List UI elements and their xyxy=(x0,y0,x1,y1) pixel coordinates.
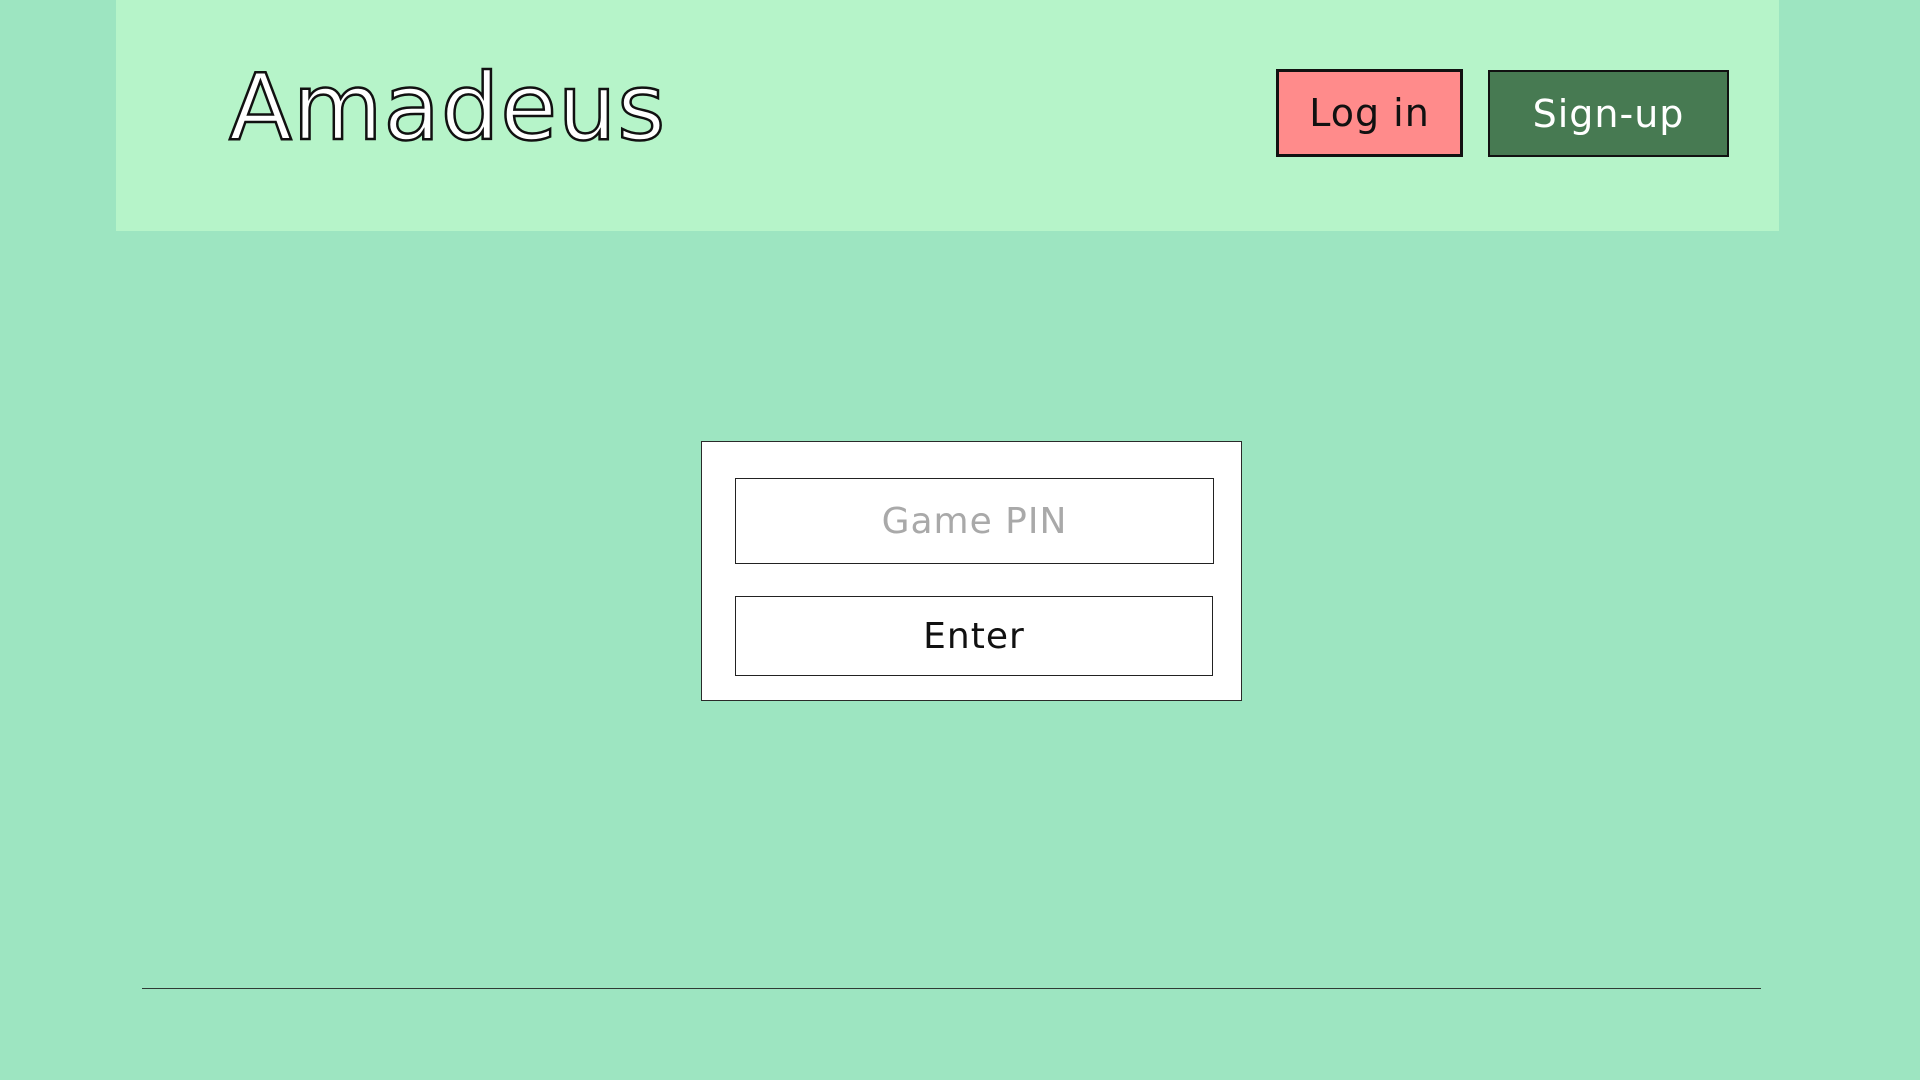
logo[interactable]: Amadeus xyxy=(228,60,667,155)
enter-button[interactable]: Enter xyxy=(735,596,1213,676)
game-pin-input[interactable] xyxy=(735,478,1214,564)
signup-button[interactable]: Sign-up xyxy=(1488,70,1729,157)
page: Amadeus Log in Sign-up Enter xyxy=(0,0,1920,1080)
footer-divider xyxy=(142,988,1761,989)
join-game-card: Enter xyxy=(701,441,1242,701)
login-button[interactable]: Log in xyxy=(1276,69,1463,157)
